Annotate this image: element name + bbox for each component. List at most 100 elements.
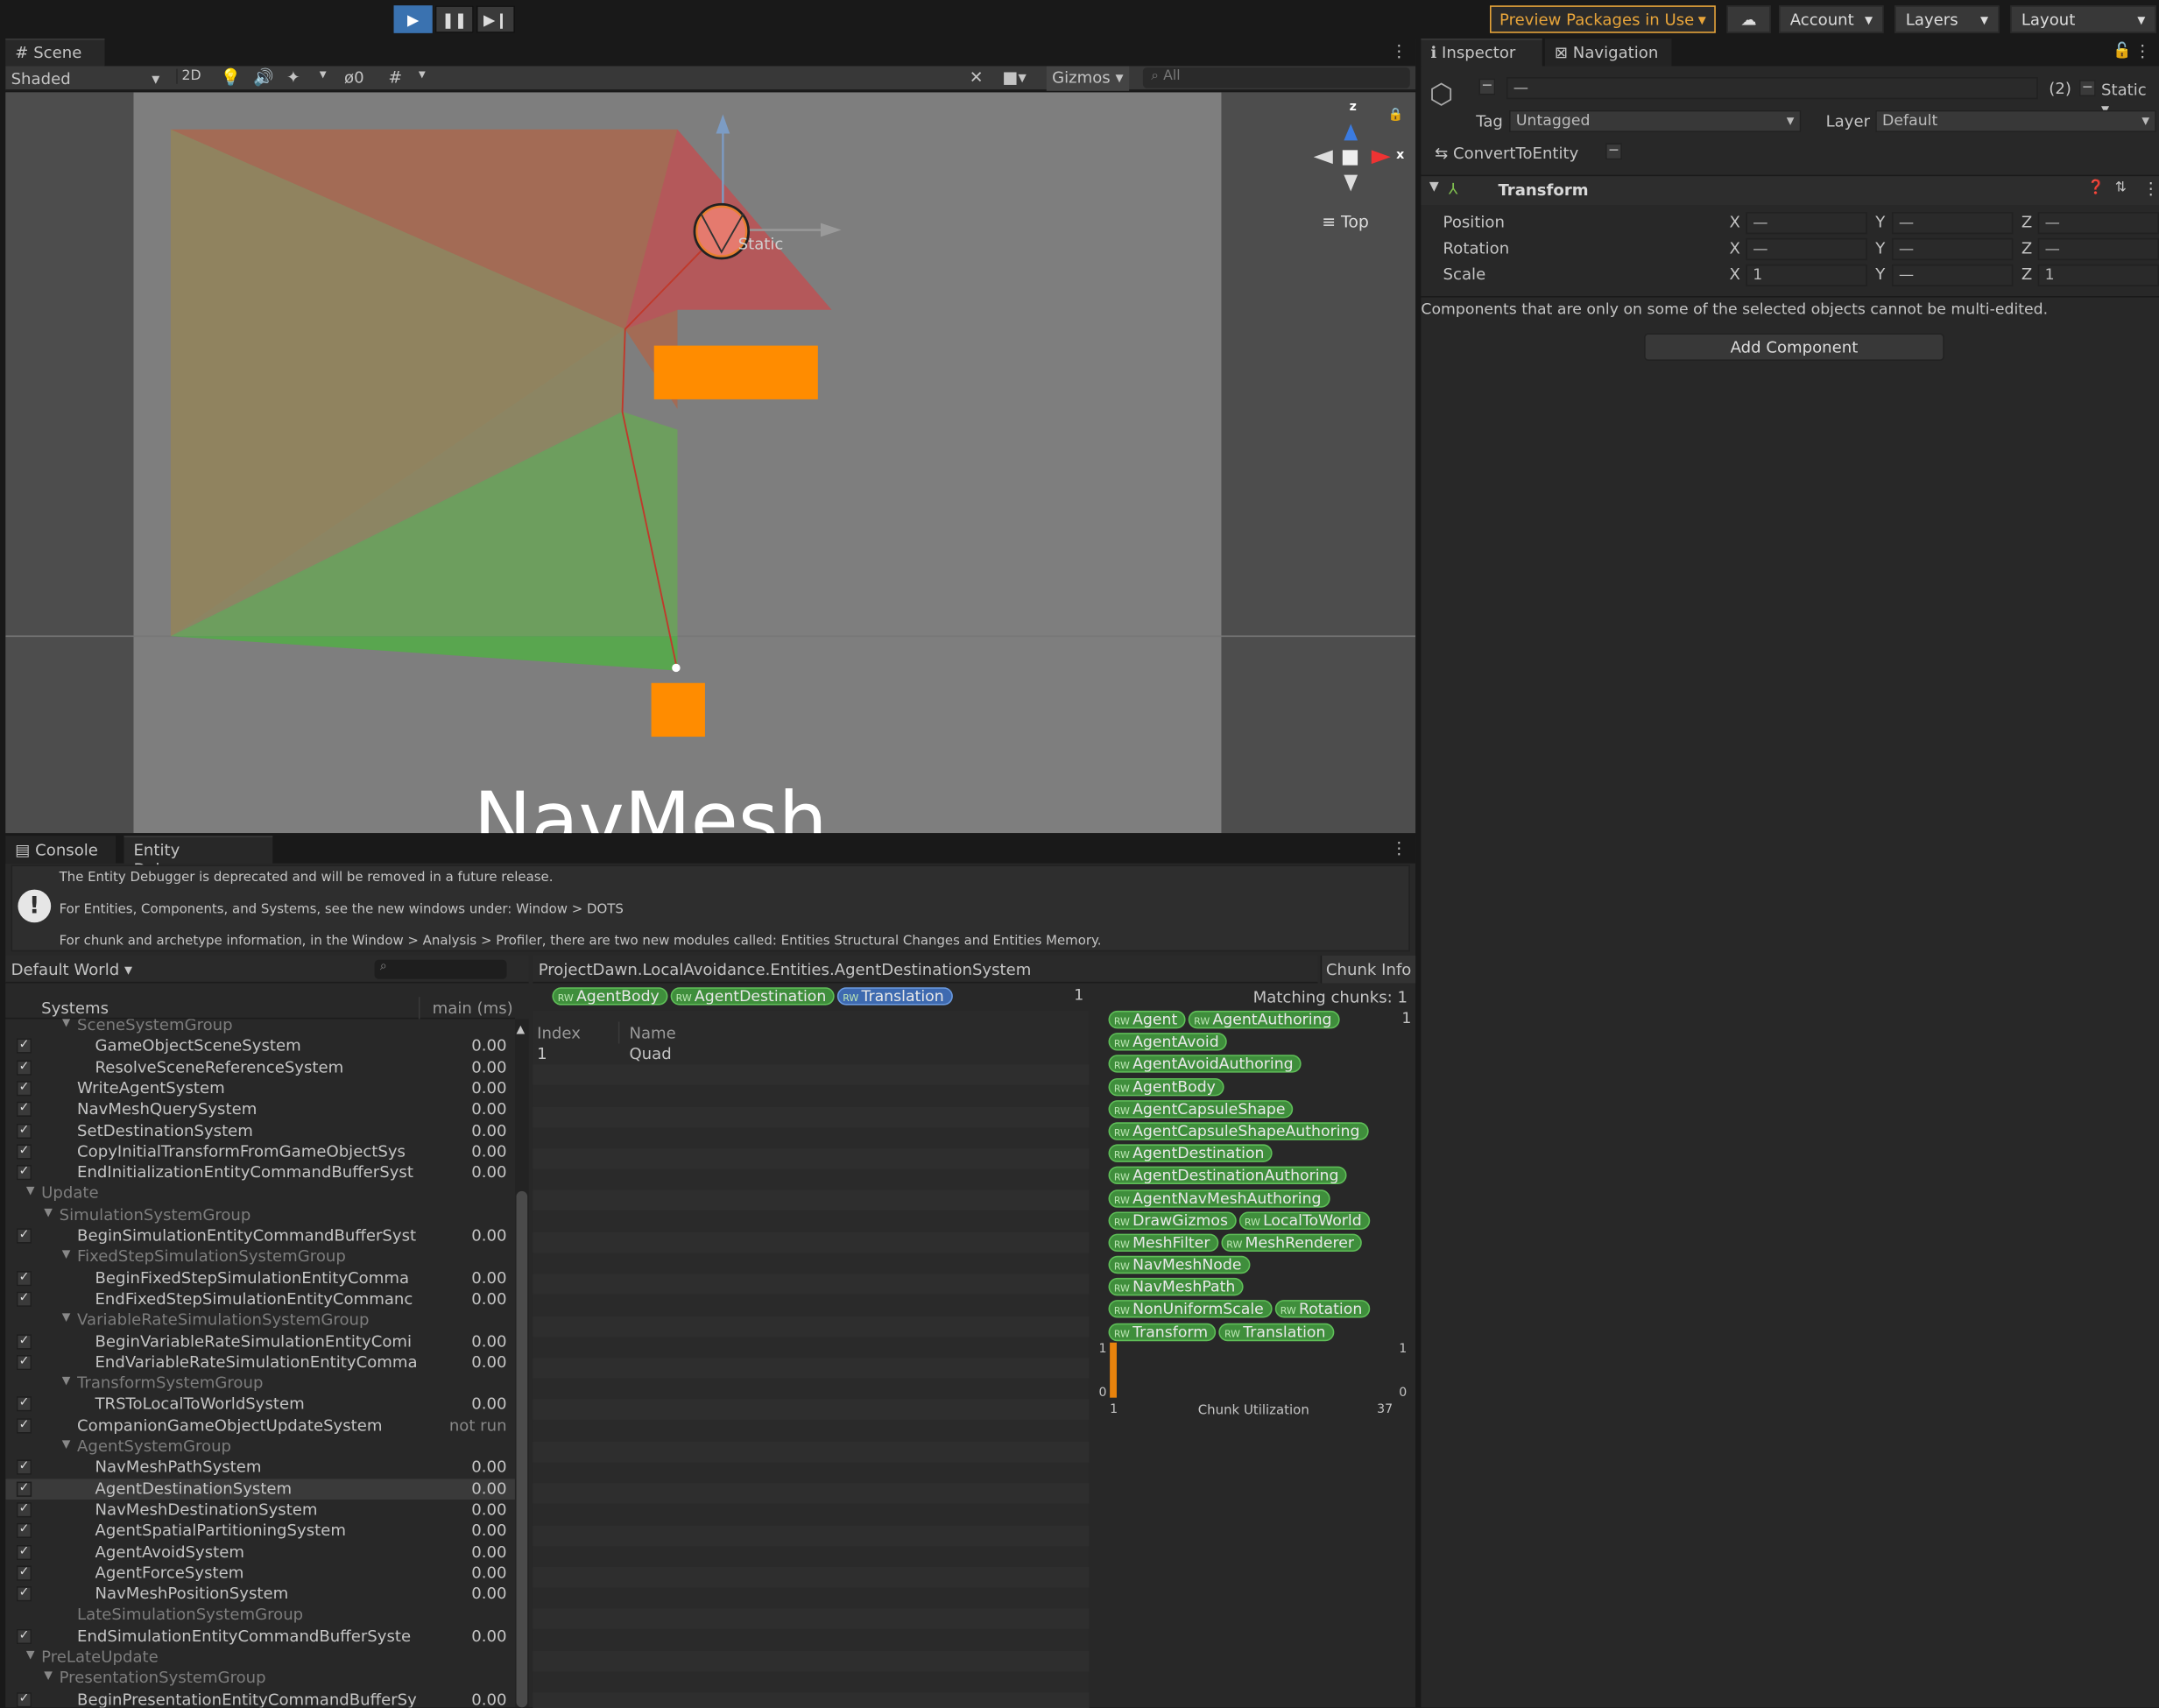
scale-y-field[interactable]: — (1892, 264, 2014, 286)
system-enabled-checkbox[interactable]: ✓ (16, 1544, 32, 1560)
cloud-button[interactable]: ☁ (1726, 5, 1771, 33)
system-row[interactable]: ✓ BeginFixedStepSimulationEntityComma 0.00 (5, 1267, 515, 1288)
orange-obstacle-small[interactable] (651, 682, 705, 738)
foldout-arrow-icon[interactable]: ▼ (62, 1437, 71, 1450)
system-enabled-checkbox[interactable]: ✓ (16, 1586, 32, 1602)
account-dropdown[interactable]: Account ▾ (1779, 5, 1884, 33)
component-pill[interactable]: RW AgentDestination (670, 987, 835, 1006)
system-enabled-checkbox[interactable]: ✓ (16, 1459, 32, 1476)
component-pill[interactable]: RW MeshFilter (1108, 1233, 1218, 1252)
system-enabled-checkbox[interactable]: ✓ (16, 1691, 32, 1707)
system-enabled-checkbox[interactable]: ✓ (16, 1333, 32, 1349)
system-enabled-checkbox[interactable]: ✓ (16, 1396, 32, 1413)
system-enabled-checkbox[interactable]: ✓ (16, 1501, 32, 1518)
system-enabled-checkbox[interactable]: ✓ (16, 1270, 32, 1286)
system-row[interactable]: ✓ GameObjectSceneSystem 0.00 (5, 1036, 515, 1057)
component-pill[interactable]: RW AgentAvoidAuthoring (1108, 1055, 1302, 1074)
settings-icon[interactable]: ⇅ (2115, 180, 2127, 195)
system-row[interactable]: ✓ AgentAvoidSystem 0.00 (5, 1542, 515, 1563)
foldout-arrow-icon[interactable]: ▼ (44, 1669, 53, 1682)
system-enabled-checkbox[interactable]: ✓ (16, 1080, 32, 1097)
systems-search-input[interactable]: ⌕ (374, 959, 507, 979)
hidden-objects-toggle[interactable]: ø0 (344, 67, 364, 87)
help-icon[interactable]: ❓ (2087, 180, 2105, 195)
active-toggle[interactable]: − (1478, 78, 1496, 95)
foldout-arrow-icon[interactable]: ▼ (44, 1206, 53, 1218)
component-pill[interactable]: RW AgentCapsuleShapeAuthoring (1108, 1122, 1368, 1140)
tab-entity-debugger[interactable]: Entity Debugger (123, 836, 273, 879)
component-pill[interactable]: RW Translation (1218, 1323, 1334, 1341)
system-row[interactable]: ✓ SetDestinationSystem 0.00 (5, 1120, 515, 1141)
static-checkbox[interactable]: − (2078, 80, 2096, 97)
component-pill[interactable]: RW AgentAvoid (1108, 1033, 1228, 1051)
system-enabled-checkbox[interactable]: ✓ (16, 1291, 32, 1307)
component-pill[interactable]: RW AgentAuthoring (1188, 1010, 1340, 1029)
layers-dropdown[interactable]: Layers ▾ (1894, 5, 2000, 33)
world-dropdown[interactable]: Default World ▾ (11, 960, 132, 979)
system-row[interactable]: LateSimulationSystemGroup (5, 1605, 515, 1626)
orientation-gizmo-neg-x[interactable] (1313, 150, 1333, 165)
rotation-x-field[interactable]: — (1746, 237, 1867, 261)
system-enabled-checkbox[interactable]: ✓ (16, 1228, 32, 1244)
system-row[interactable]: ▼ FixedStepSimulationSystemGroup (5, 1246, 515, 1267)
system-enabled-checkbox[interactable]: ✓ (16, 1417, 32, 1434)
component-pill[interactable]: RW MeshRenderer (1221, 1233, 1363, 1252)
more-options-icon[interactable]: ⋮ (2142, 179, 2159, 198)
system-enabled-checkbox[interactable]: ✓ (16, 1123, 32, 1139)
system-row[interactable]: ▼ SimulationSystemGroup (5, 1204, 515, 1225)
system-row[interactable]: ✓ WriteAgentSystem 0.00 (5, 1078, 515, 1099)
position-y-field[interactable]: — (1892, 212, 2014, 235)
system-enabled-checkbox[interactable]: ✓ (16, 1059, 32, 1076)
component-pill[interactable]: RW LocalToWorld (1238, 1210, 1371, 1230)
orientation-gizmo-neg-z[interactable] (1344, 174, 1358, 192)
system-row[interactable]: ✓ NavMeshDestinationSystem 0.00 (5, 1500, 515, 1521)
system-row[interactable]: ✓ NavMeshPathSystem 0.00 (5, 1457, 515, 1479)
scale-x-field[interactable]: 1 (1746, 264, 1867, 286)
orange-obstacle-large[interactable] (653, 345, 818, 399)
system-row[interactable]: ✓ AgentForceSystem 0.00 (5, 1563, 515, 1584)
scene-viewport[interactable]: Static z x 🔒 ≡ Top NavMesh (5, 92, 1416, 834)
scale-z-field[interactable]: 1 (2037, 264, 2159, 286)
layer-dropdown[interactable]: Default ▾ (1875, 109, 2156, 132)
lock-icon[interactable]: 🔓 (2113, 41, 2132, 59)
system-row[interactable]: ✓ EndFixedStepSimulationEntityCommanc 0.00 (5, 1288, 515, 1309)
chunk-info-button[interactable]: Chunk Info (1320, 956, 1416, 984)
foldout-arrow-icon[interactable]: ▼ (62, 1019, 71, 1028)
rotation-y-field[interactable]: — (1892, 237, 2014, 261)
system-row[interactable]: ✓ EndSimulationEntityCommandBufferSyste 0.… (5, 1626, 515, 1647)
position-z-field[interactable]: — (2037, 212, 2159, 235)
position-x-field[interactable]: — (1746, 212, 1867, 235)
system-row[interactable]: ✓ BeginSimulationEntityCommandBufferSyst 0… (5, 1225, 515, 1246)
gameobject-name-input[interactable]: — (1506, 77, 2038, 100)
system-enabled-checkbox[interactable]: ✓ (16, 1480, 32, 1497)
scrollbar-thumb[interactable] (516, 1190, 528, 1708)
more-options-icon[interactable]: ⋮ (1391, 838, 1408, 858)
system-enabled-checkbox[interactable]: ✓ (16, 1144, 32, 1160)
component-pill[interactable]: RW AgentNavMeshAuthoring (1108, 1189, 1330, 1207)
camera-icon[interactable]: ■▾ (1002, 67, 1026, 87)
component-pill[interactable]: RW Rotation (1274, 1300, 1371, 1319)
tools-icon[interactable]: ✕ (970, 67, 984, 87)
scene-search-input[interactable]: ⌕ All (1142, 67, 1410, 88)
tab-console[interactable]: ▤ Console (5, 836, 116, 864)
component-pill[interactable]: RW Agent (1108, 1010, 1186, 1029)
component-pill[interactable]: RW AgentDestinationAuthoring (1108, 1167, 1347, 1185)
orientation-gizmo-x[interactable] (1371, 150, 1391, 165)
foldout-arrow-icon[interactable]: ▼ (62, 1311, 71, 1323)
system-enabled-checkbox[interactable]: ✓ (16, 1523, 32, 1539)
system-row[interactable]: ▼ PreLateUpdate (5, 1647, 515, 1668)
grid-snap-icon[interactable]: # (388, 67, 402, 87)
layout-dropdown[interactable]: Layout ▾ (2010, 5, 2156, 33)
tab-scene[interactable]: # Scene (5, 39, 105, 67)
2d-toggle[interactable]: 2D (176, 68, 205, 84)
system-row[interactable]: ✓ CopyInitialTransformFromGameObjectSys 0.… (5, 1141, 515, 1162)
system-enabled-checkbox[interactable]: ✓ (16, 1101, 32, 1118)
component-pill[interactable]: RW Translation (836, 987, 953, 1006)
component-pill[interactable]: RW Transform (1108, 1323, 1217, 1341)
system-enabled-checkbox[interactable]: ✓ (16, 1565, 32, 1581)
system-row[interactable]: ✓ AgentSpatialPartitioningSystem 0.00 (5, 1521, 515, 1542)
foldout-arrow-icon[interactable]: ▼ (26, 1648, 35, 1661)
preview-packages-button[interactable]: Preview Packages in Use ▾ (1490, 5, 1716, 33)
view-mode-label[interactable]: ≡ Top (1322, 212, 1369, 231)
component-pill[interactable]: RW NonUniformScale (1108, 1300, 1273, 1319)
